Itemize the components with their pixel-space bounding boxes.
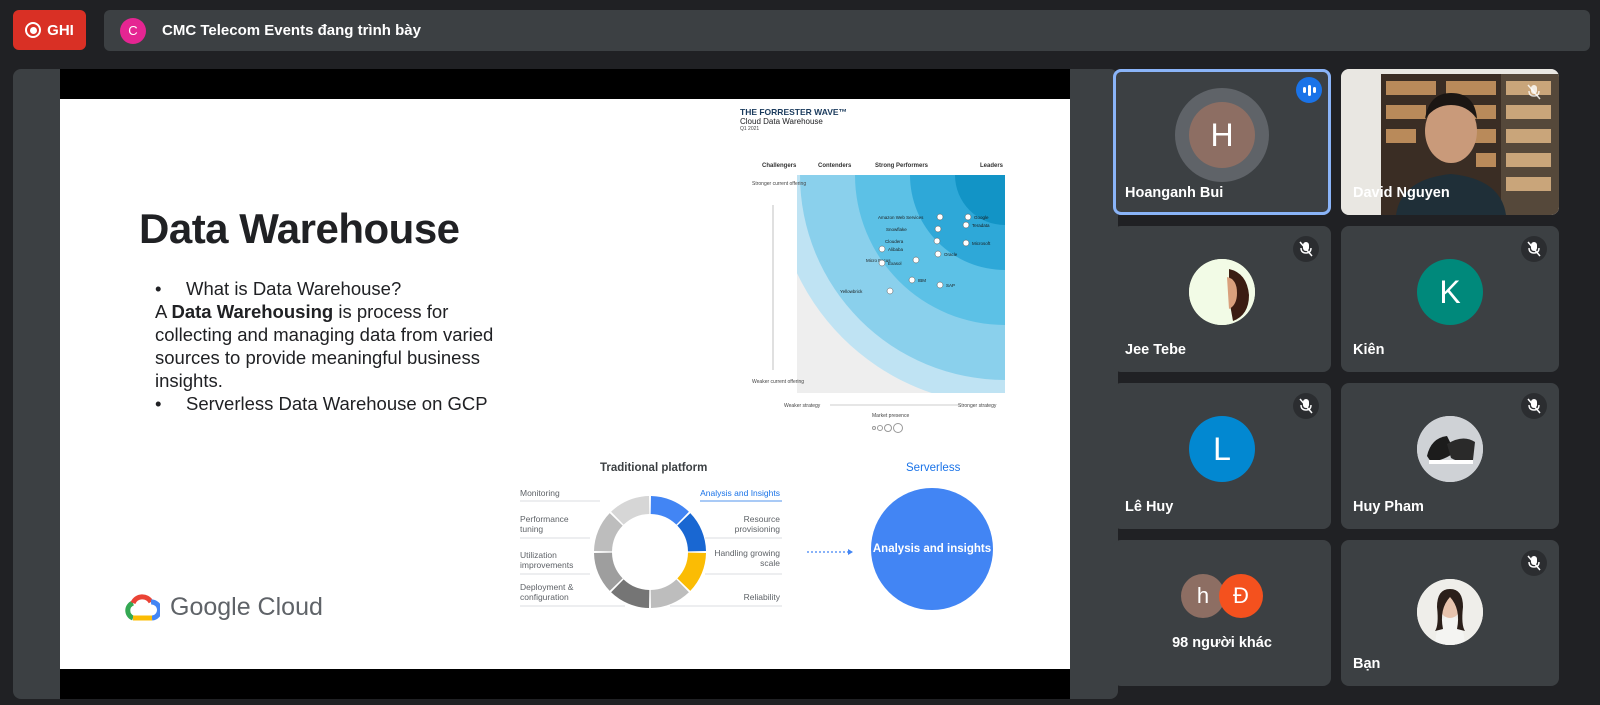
mic-off-icon <box>1293 236 1319 262</box>
avatar <box>1417 416 1483 482</box>
forrester-subtitle: Cloud Data Warehouse <box>740 117 823 126</box>
forrester-period: Q1 2021 <box>740 126 760 132</box>
mic-off-icon <box>1521 393 1547 419</box>
record-label: GHI <box>47 21 74 39</box>
slide-title: Data Warehouse <box>139 205 460 252</box>
participant-tile-others[interactable]: h Đ 98 người khác <box>1113 540 1331 686</box>
traditional-vs-serverless-figure: Traditional platform Serverless Monitori… <box>510 454 993 624</box>
vendor-dot <box>936 281 944 289</box>
forrester-chart: Challengers Contenders Strong Performers… <box>752 163 1005 433</box>
participant-tile-jee-tebe[interactable]: Jee Tebe <box>1113 226 1331 372</box>
bullet-item: • Serverless Data Warehouse on GCP <box>155 393 488 414</box>
vendor-dot <box>962 239 970 247</box>
vendor-dot <box>936 213 944 221</box>
participant-tile-self[interactable]: Bạn <box>1341 540 1559 686</box>
participant-name: Hoanganh Bui <box>1125 185 1224 201</box>
participant-name: David Nguyen <box>1353 185 1450 201</box>
para-prefix: A <box>155 301 172 322</box>
avatar <box>1189 259 1255 325</box>
slide: Data Warehouse • What is Data Warehouse? … <box>60 99 1070 669</box>
avatar: H <box>1189 102 1255 168</box>
vendor-dot <box>964 213 972 221</box>
bullet-text: What is Data Warehouse? <box>186 278 402 299</box>
shared-screen: Data Warehouse • What is Data Warehouse? … <box>60 69 1070 699</box>
vendor-dot <box>934 250 942 258</box>
avatar: Đ <box>1219 574 1263 618</box>
serverless-circle: Analysis and insights <box>871 488 993 610</box>
record-icon <box>25 22 42 38</box>
others-count: 98 người khác <box>1172 635 1272 651</box>
vendor-dot <box>908 276 916 284</box>
y-top-label: Stronger current offering <box>752 181 806 187</box>
col-strong-performers: Strong Performers <box>875 163 929 169</box>
vendor-label: Yellowbrick <box>840 289 863 294</box>
google-cloud-logo: Google Cloud <box>124 593 323 622</box>
slide-bullets: • What is Data Warehouse? A Data Warehous… <box>155 277 495 415</box>
avatar <box>1417 579 1483 645</box>
vendor-dot <box>933 237 941 245</box>
participant-name: Jee Tebe <box>1125 342 1186 358</box>
vendor-label: Amazon Web Services <box>878 215 924 220</box>
avatar: L <box>1189 416 1255 482</box>
participant-tile-kien[interactable]: K Kiên <box>1341 226 1559 372</box>
brand-text: Google Cloud <box>170 593 323 621</box>
vendor-label: Exasol <box>888 261 902 266</box>
participant-name: Lê Huy <box>1125 499 1174 515</box>
y-bottom-label: Weaker current offering <box>752 379 804 385</box>
participant-name: Huy Pham <box>1353 499 1424 515</box>
record-button[interactable]: GHI <box>13 10 86 50</box>
col-challengers: Challengers <box>762 163 797 169</box>
para-bold: Data Warehousing <box>171 301 334 322</box>
participant-name: Kiên <box>1353 342 1385 358</box>
top-bar: GHI C CMC Telecom Events đang trình bày <box>0 0 1600 62</box>
participant-name: Bạn <box>1353 656 1381 672</box>
vendor-dot <box>912 256 920 264</box>
mic-off-icon <box>1521 550 1547 576</box>
vendor-label: Microsoft <box>972 241 991 246</box>
cloud-icon <box>125 593 160 620</box>
presenter-avatar: C <box>120 17 146 44</box>
x-left-label: Weaker strategy <box>784 403 821 409</box>
vendor-dot <box>878 259 886 267</box>
vendor-label: IBM <box>918 278 926 283</box>
bullet-item: • What is Data Warehouse? <box>155 278 402 299</box>
vendor-dot <box>962 221 970 229</box>
paragraph: A Data Warehousing is process for collec… <box>155 300 495 392</box>
presenting-banner[interactable]: C CMC Telecom Events đang trình bày <box>104 10 1590 51</box>
vendor-label: Oracle <box>944 252 958 257</box>
vendor-label: Google <box>974 215 989 220</box>
participant-tile-hoanganh-bui[interactable]: H Hoanganh Bui <box>1113 69 1331 215</box>
vendor-label: SAP <box>946 283 955 288</box>
vendor-label: Snowflake <box>886 227 907 232</box>
presenter-text: CMC Telecom Events đang trình bày <box>162 22 421 39</box>
participant-tile-huy-pham[interactable]: Huy Pham <box>1341 383 1559 529</box>
bullet-text: Serverless Data Warehouse on GCP <box>186 393 488 414</box>
vendor-dot <box>934 225 942 233</box>
mic-off-icon <box>1521 236 1547 262</box>
vendor-label: Alibaba <box>888 247 904 252</box>
mic-off-icon <box>1293 393 1319 419</box>
speaking-indicator-icon <box>1296 77 1322 103</box>
col-contenders: Contenders <box>818 163 852 169</box>
market-presence-legend <box>872 423 903 433</box>
vendor-label: Teradata <box>972 223 990 228</box>
participant-tile-david-nguyen[interactable]: David Nguyen <box>1341 69 1559 215</box>
mic-off-icon <box>1521 79 1547 105</box>
col-leaders: Leaders <box>980 163 1004 169</box>
vendor-dot <box>886 287 894 295</box>
vendor-dot <box>878 245 886 253</box>
forrester-title: THE FORRESTER WAVE™ <box>740 107 848 117</box>
presentation-stage[interactable]: Data Warehouse • What is Data Warehouse? … <box>13 69 1118 699</box>
x-right-label: Stronger strategy <box>958 403 997 409</box>
participant-tile-le-huy[interactable]: L Lê Huy <box>1113 383 1331 529</box>
forrester-wave-figure: THE FORRESTER WAVE™ Cloud Data Warehouse… <box>740 107 1020 447</box>
avatar: K <box>1417 259 1483 325</box>
market-presence-label: Market presence <box>872 413 909 419</box>
vendor-label: Cloudera <box>885 239 904 244</box>
